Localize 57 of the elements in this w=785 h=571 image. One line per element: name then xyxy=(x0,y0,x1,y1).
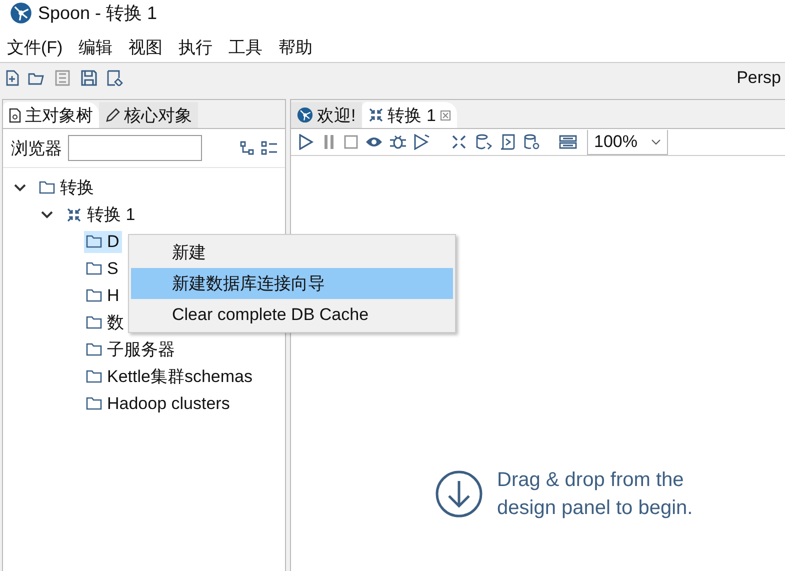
hint-text: Drag & drop from the design panel to begin. xyxy=(497,468,693,521)
folder-icon xyxy=(86,397,102,410)
menu-item[interactable]: 新建数据库连接向导 xyxy=(131,268,453,299)
layout-icon[interactable] xyxy=(559,134,577,150)
stop-icon[interactable] xyxy=(343,134,359,150)
menu-item[interactable]: 工具 xyxy=(228,36,264,58)
tree-item[interactable]: Hadoop clusters xyxy=(84,392,233,414)
search-field[interactable] xyxy=(68,135,202,161)
save-as-icon[interactable] xyxy=(106,70,124,86)
editor-tab[interactable]: 转换 1 xyxy=(362,102,457,128)
folder-icon xyxy=(39,181,55,194)
editor-tab[interactable]: 欢迎! xyxy=(291,102,362,128)
bug-icon[interactable] xyxy=(389,134,407,150)
new-file-icon[interactable] xyxy=(4,70,20,86)
browser-label: 浏览器 xyxy=(11,138,62,160)
menu-item[interactable]: 视图 xyxy=(128,36,164,58)
tree-item[interactable]: H xyxy=(84,284,122,306)
panel-tab[interactable]: 主对象树 xyxy=(3,102,99,128)
tree-item[interactable]: D xyxy=(84,230,122,252)
tree-item[interactable]: 数 xyxy=(84,310,127,335)
tree-item[interactable]: 转换 1 xyxy=(64,202,138,227)
chevron-down-icon[interactable] xyxy=(13,182,27,192)
arrows-icon xyxy=(66,206,82,222)
run-step-icon[interactable] xyxy=(413,134,431,150)
zoom-dropdown[interactable]: 100% xyxy=(587,130,668,154)
hierarchy-icon[interactable] xyxy=(239,140,255,156)
perspective-label[interactable]: Persp xyxy=(736,68,781,88)
folder-icon xyxy=(86,235,102,248)
script-icon[interactable] xyxy=(499,134,517,150)
menu-item[interactable]: 帮助 xyxy=(278,36,314,58)
close-icon[interactable] xyxy=(440,110,451,120)
tree-item[interactable]: 子服务器 xyxy=(84,337,178,362)
menu-item[interactable]: 新建 xyxy=(131,237,453,268)
window-title: Spoon - 转换 1 xyxy=(38,2,158,25)
chevron-down-icon[interactable] xyxy=(40,210,54,220)
folder-icon xyxy=(86,370,102,383)
panel-tab[interactable]: 核心对象 xyxy=(99,102,198,128)
pencil-icon xyxy=(105,108,120,122)
caret-icon xyxy=(651,138,662,144)
tree-item[interactable]: Kettle集群schemas xyxy=(84,364,256,389)
list-view-icon[interactable] xyxy=(261,140,277,156)
tree-item[interactable]: 转换 xyxy=(37,175,97,200)
menu-item[interactable]: 执行 xyxy=(178,36,214,58)
database-search-icon[interactable] xyxy=(523,134,541,150)
menu-item[interactable]: Clear complete DB Cache xyxy=(131,299,453,330)
database-edit-icon[interactable] xyxy=(475,134,493,150)
play-icon[interactable] xyxy=(297,134,315,150)
folder-icon xyxy=(86,262,102,275)
save-icon[interactable] xyxy=(80,70,98,86)
folder-icon xyxy=(86,343,102,356)
document-icon xyxy=(9,108,21,122)
arrows-icon xyxy=(368,107,384,123)
tree-item[interactable]: S xyxy=(84,258,122,280)
menu-item[interactable]: 编辑 xyxy=(78,36,114,58)
folder-icon xyxy=(86,316,102,329)
folder-icon xyxy=(86,289,102,302)
menu-item[interactable]: 文件(F) xyxy=(6,36,64,58)
